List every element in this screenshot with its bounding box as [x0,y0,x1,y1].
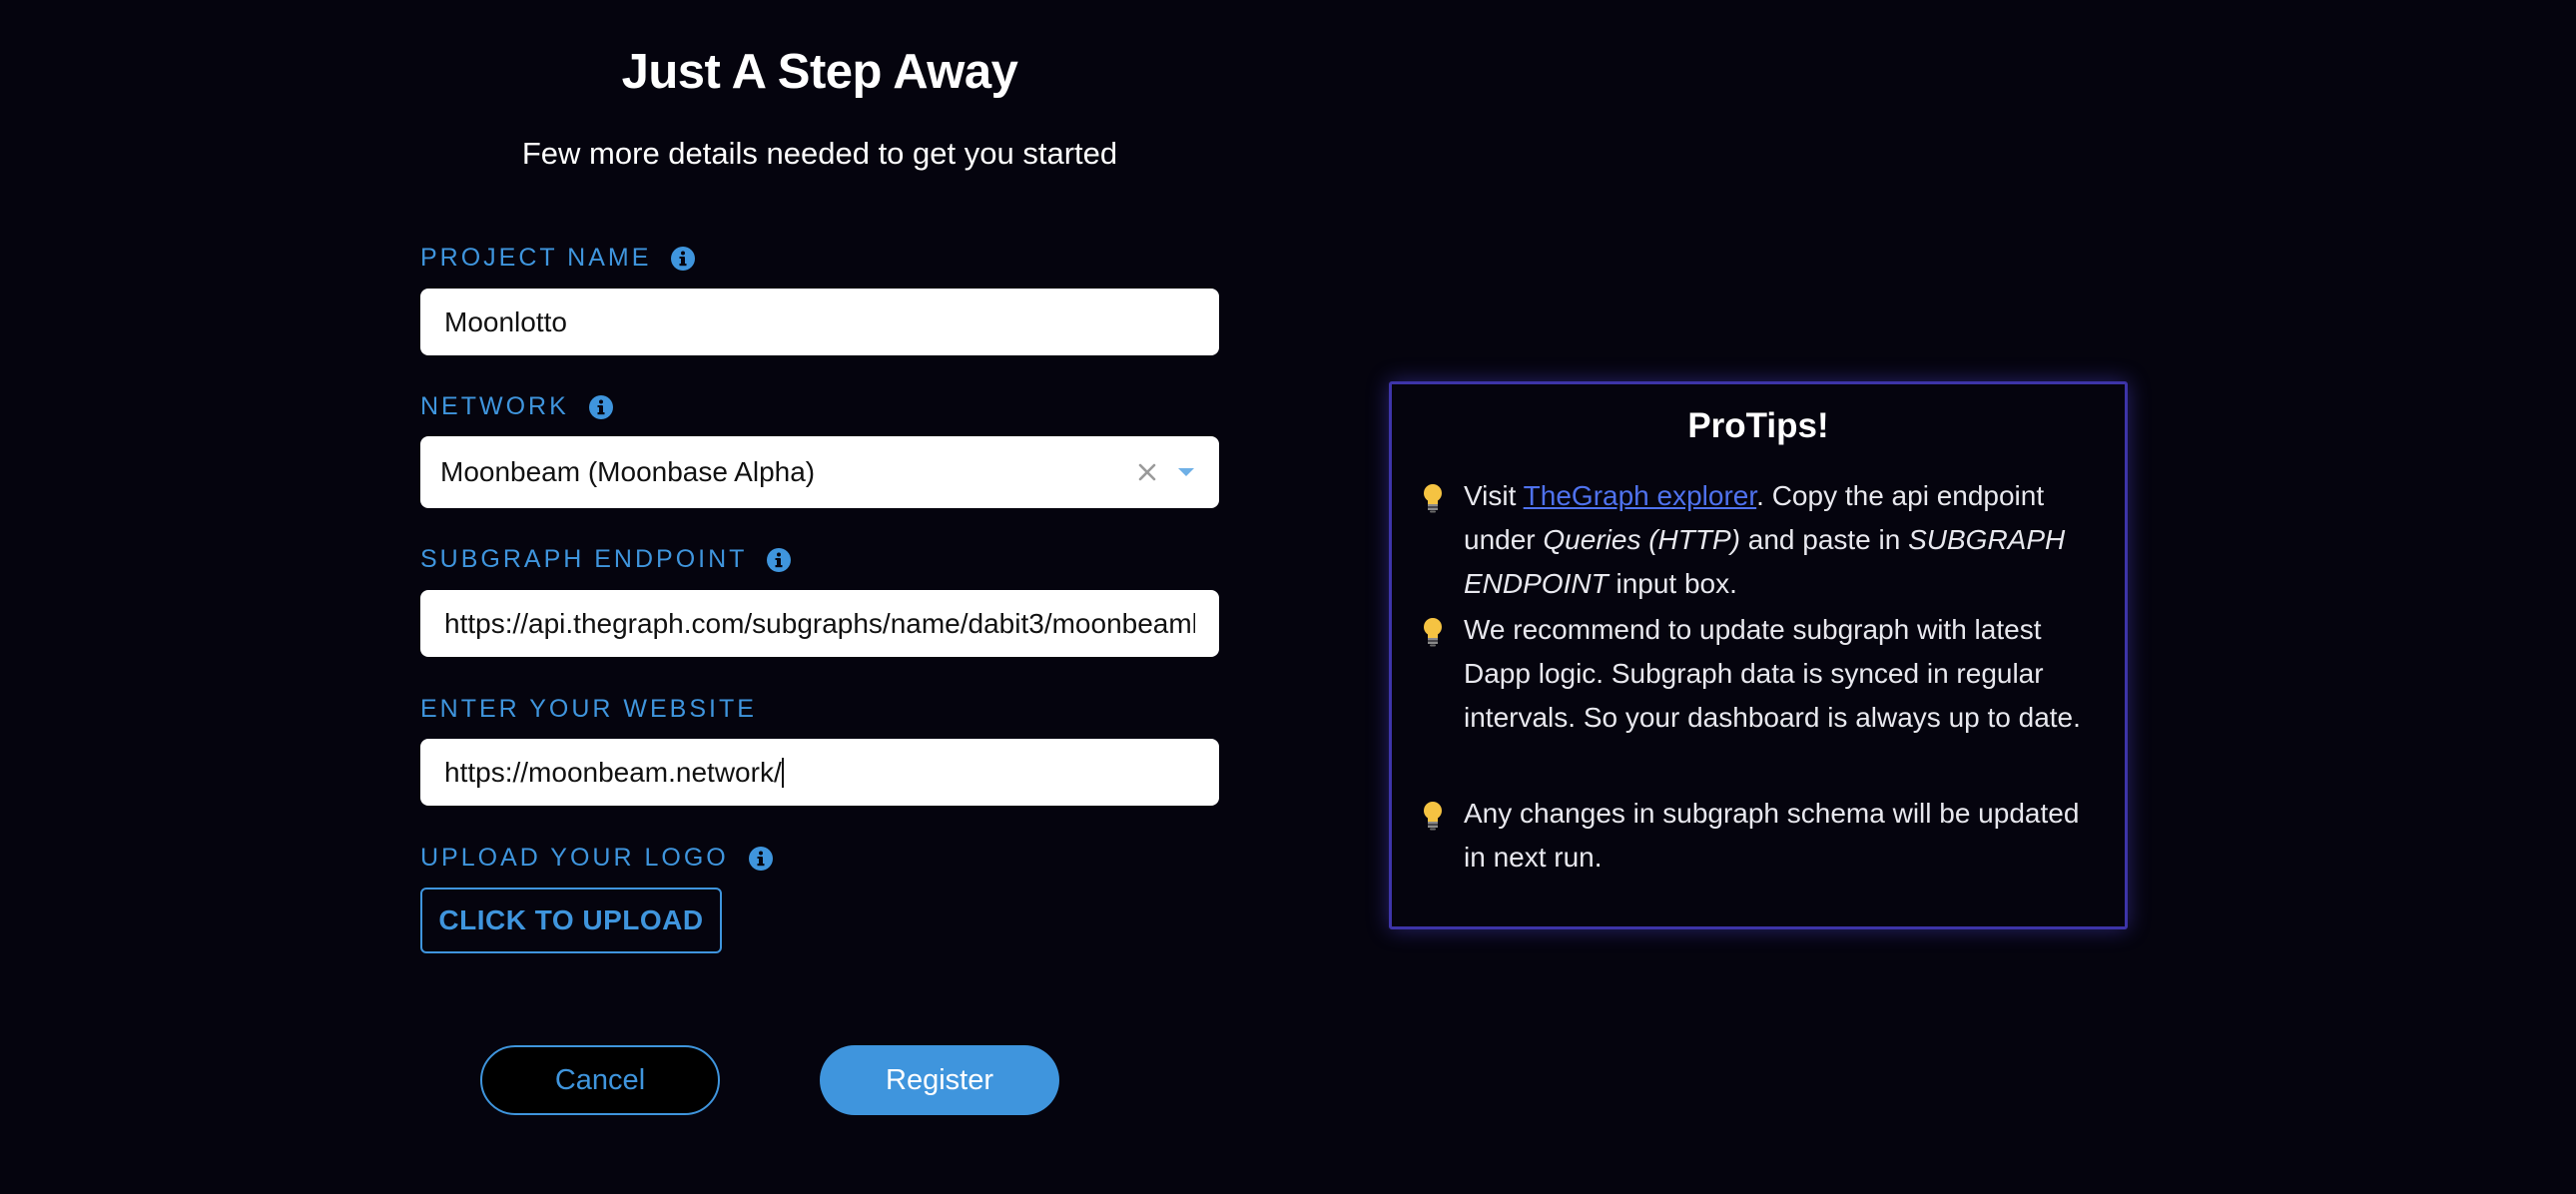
project-name-label: PROJECT NAME [420,244,696,273]
project-name-input[interactable] [420,289,1219,355]
text-cursor [781,757,784,788]
thegraph-explorer-link[interactable]: TheGraph explorer [1524,480,1756,511]
protip-text: We recommend to update subgraph with lat… [1464,614,2081,733]
website-label: ENTER YOUR WEBSITE [420,695,757,724]
info-icon[interactable] [767,547,792,572]
website-label-text: ENTER YOUR WEBSITE [420,695,757,723]
tip1-prefix: Visit [1464,480,1524,511]
website-input[interactable]: https://moonbeam.network/ [420,739,1219,806]
info-icon[interactable] [671,246,696,271]
tip1-part3: and paste in [1739,524,1909,555]
close-icon[interactable] [1135,460,1159,484]
page-title: Just A Step Away [621,45,1018,99]
upload-logo-button[interactable]: CLICK TO UPLOAD [420,888,722,953]
protips-title: ProTips! [1687,406,1829,445]
network-selected-value: Moonbeam (Moonbase Alpha) [440,456,816,487]
upload-logo-label: UPLOAD YOUR LOGO [420,844,773,873]
lightbulb-icon [1422,801,1444,831]
protip-item: Visit TheGraph explorer. Copy the api en… [1422,474,2081,606]
subgraph-endpoint-input[interactable] [420,590,1219,657]
network-label: NETWORK [420,392,613,421]
protip-item: Any changes in subgraph schema will be u… [1422,792,2081,880]
info-icon[interactable] [588,394,613,419]
protips-panel: ProTips! Visit TheGraph explorer. Copy t… [1389,381,2128,929]
lightbulb-icon [1422,483,1444,513]
protip-text: Any changes in subgraph schema will be u… [1464,798,2080,873]
protip-text: Visit TheGraph explorer. Copy the api en… [1464,474,2081,606]
lightbulb-icon [1422,617,1444,647]
register-project-page: Just A Step Away Few more details needed… [0,0,2576,1194]
subgraph-endpoint-label-text: SUBGRAPH ENDPOINT [420,545,748,573]
info-icon[interactable] [748,846,773,871]
register-button[interactable]: Register [820,1045,1059,1115]
page-subtitle: Few more details needed to get you start… [521,136,1118,171]
upload-logo-label-text: UPLOAD YOUR LOGO [420,844,729,872]
chevron-down-icon[interactable] [1177,466,1195,478]
network-label-text: NETWORK [420,392,569,420]
website-input-value: https://moonbeam.network/ [444,756,782,788]
tip1-part4: input box. [1608,568,1737,599]
network-select[interactable]: Moonbeam (Moonbase Alpha) [420,436,1219,508]
cancel-button[interactable]: Cancel [480,1045,720,1115]
project-name-label-text: PROJECT NAME [420,244,652,272]
subgraph-endpoint-label: SUBGRAPH ENDPOINT [420,545,792,574]
protip-item: We recommend to update subgraph with lat… [1422,608,2081,740]
tip1-queries-http: Queries (HTTP) [1543,524,1740,555]
